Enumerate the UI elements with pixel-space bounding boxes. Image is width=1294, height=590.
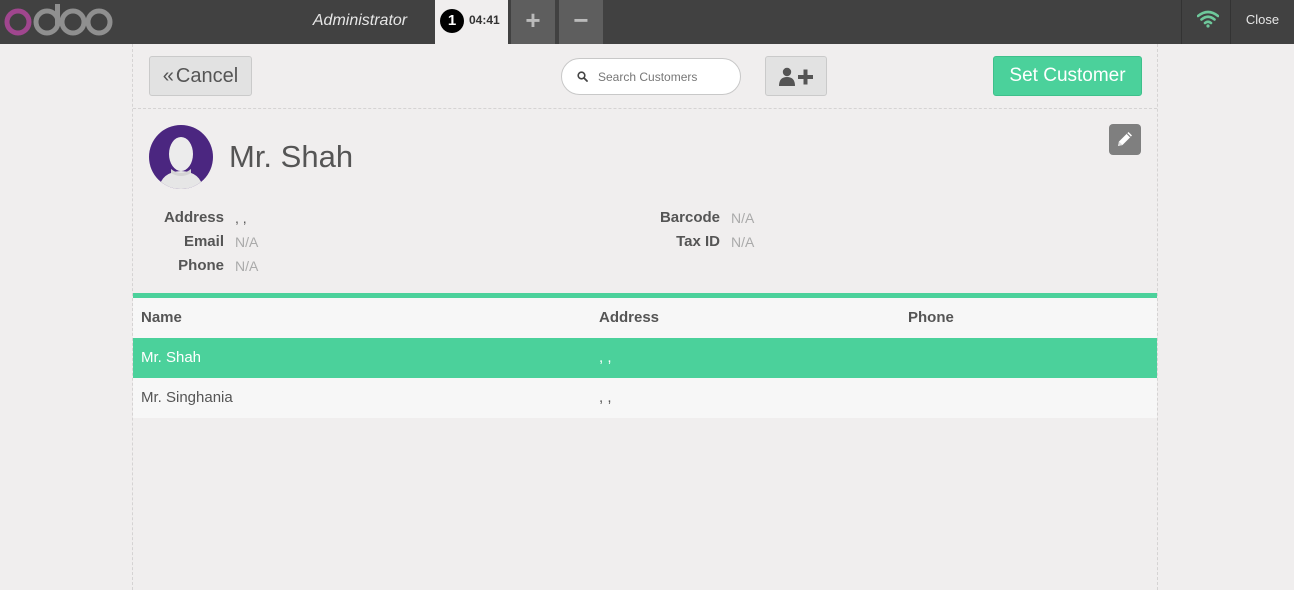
search-box[interactable]	[561, 58, 741, 95]
row-address: , ,	[599, 349, 612, 366]
barcode-label: Barcode	[659, 209, 720, 226]
table-row[interactable]: Mr. Singhania , ,	[133, 378, 1157, 418]
phone-label: Phone	[178, 257, 224, 274]
edit-client-button[interactable]	[1109, 124, 1141, 155]
username-label[interactable]: Administrator	[290, 0, 430, 44]
pencil-icon	[1118, 132, 1132, 146]
email-value: N/A	[235, 234, 259, 250]
set-customer-button[interactable]: Set Customer	[993, 56, 1142, 96]
tax-id-value: N/A	[731, 234, 755, 250]
row-name: Mr. Shah	[141, 349, 202, 366]
cancel-label: Cancel	[175, 65, 239, 87]
barcode-value: N/A	[731, 210, 755, 226]
table-row[interactable]: Mr. Shah , ,	[133, 338, 1157, 378]
client-screen: «Cancel Set Customer Mr. Shah	[132, 44, 1158, 590]
order-tab[interactable]: 1 04:41	[435, 0, 508, 44]
double-chevron-left-icon: «	[162, 65, 174, 87]
tax-id-label: Tax ID	[676, 233, 720, 250]
address-label: Address	[163, 209, 224, 226]
avatar	[149, 125, 213, 189]
close-button[interactable]: Close	[1231, 0, 1294, 44]
wifi-icon	[1197, 10, 1219, 28]
cancel-button[interactable]: «Cancel	[149, 56, 252, 96]
connection-status[interactable]	[1181, 0, 1231, 44]
header-phone: Phone	[908, 309, 954, 326]
row-name: Mr. Singhania	[141, 389, 233, 406]
top-bar: Administrator 1 04:41 + − Close	[0, 0, 1294, 44]
order-time: 04:41	[469, 13, 500, 27]
new-order-button[interactable]: +	[511, 0, 555, 44]
phone-value: N/A	[235, 258, 259, 274]
order-sequence-badge: 1	[440, 9, 464, 33]
header-name: Name	[141, 309, 182, 326]
table-header: Name Address Phone	[133, 298, 1157, 338]
header-address: Address	[599, 309, 660, 326]
add-user-icon	[779, 67, 813, 86]
avatar-icon	[159, 137, 203, 189]
add-customer-button[interactable]	[765, 56, 827, 96]
search-input[interactable]	[598, 67, 733, 87]
address-value: , ,	[235, 210, 247, 226]
client-list: Name Address Phone Mr. Shah , , Mr. Sing…	[133, 293, 1157, 418]
delete-order-button[interactable]: −	[559, 0, 603, 44]
row-address: , ,	[599, 389, 612, 406]
logo-icon	[4, 4, 113, 36]
search-icon	[577, 71, 588, 82]
client-name: Mr. Shah	[229, 139, 354, 174]
client-details: Mr. Shah Address , , Email N/A Phone N/A…	[133, 108, 1157, 293]
email-label: Email	[183, 233, 224, 250]
